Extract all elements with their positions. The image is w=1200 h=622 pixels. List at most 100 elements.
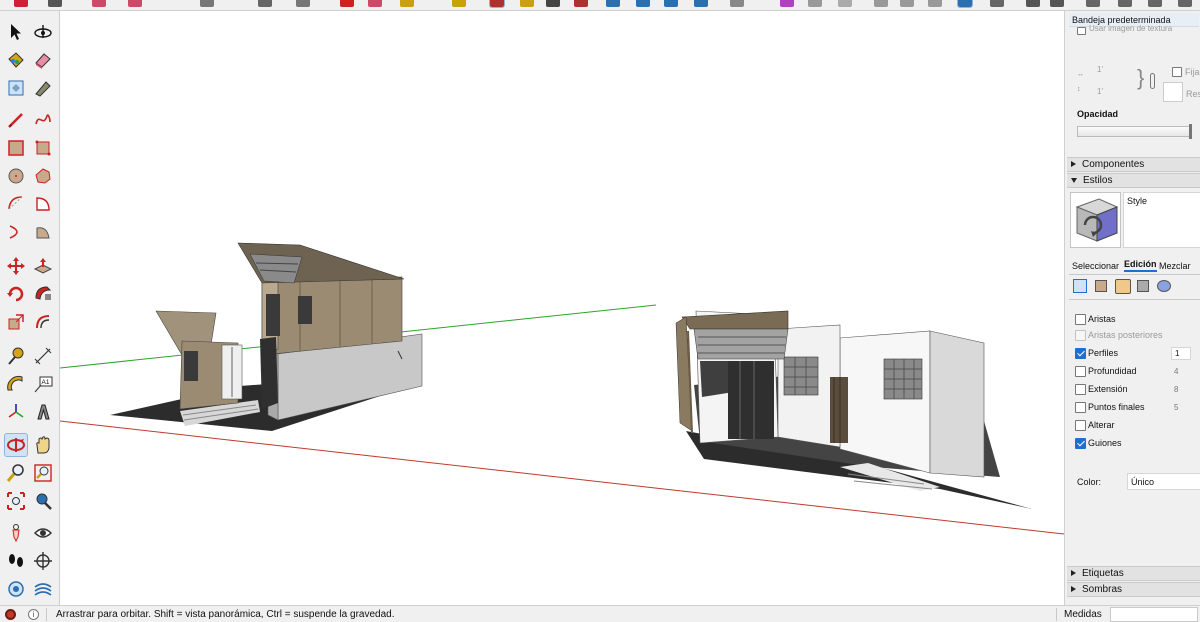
scale-icon[interactable] <box>5 311 27 333</box>
text-icon[interactable]: A1 <box>32 373 54 395</box>
texture-height-value[interactable]: 1' <box>1097 87 1103 96</box>
reset-button[interactable] <box>1163 82 1183 102</box>
follow-me-icon[interactable] <box>32 283 54 305</box>
zoom-icon[interactable] <box>5 462 27 484</box>
toolbar-icon[interactable] <box>258 0 272 7</box>
three-point-arc-icon[interactable] <box>32 221 54 243</box>
rotate-icon[interactable] <box>5 283 27 305</box>
toolbar-icon[interactable] <box>694 0 708 7</box>
toolbar-icon[interactable] <box>340 0 354 7</box>
toolbar-icon[interactable] <box>874 0 888 7</box>
orbit-tool-icon[interactable] <box>4 433 28 457</box>
push-pull-icon[interactable] <box>32 255 54 277</box>
move-icon[interactable] <box>5 255 27 277</box>
fix-checkbox[interactable] <box>1172 67 1182 77</box>
toolbar-icon[interactable] <box>838 0 852 7</box>
opacity-slider-thumb[interactable] <box>1189 124 1192 139</box>
tab-edicion[interactable]: Edición <box>1124 259 1157 272</box>
pan-icon[interactable] <box>32 434 54 456</box>
background-settings-icon[interactable] <box>1115 279 1131 294</box>
toolbar-icon[interactable] <box>92 0 106 7</box>
edge-setting-checkbox[interactable] <box>1075 384 1086 395</box>
toolbar-icon[interactable] <box>730 0 744 7</box>
rotated-rectangle-icon[interactable] <box>32 137 54 159</box>
edge-setting-checkbox[interactable] <box>1075 348 1086 359</box>
rectangle-icon[interactable] <box>5 137 27 159</box>
texture-checkbox[interactable] <box>1077 27 1086 35</box>
toolbar-icon[interactable] <box>990 0 1004 7</box>
geo-location-icon[interactable] <box>5 609 16 620</box>
3d-text-icon[interactable] <box>32 401 54 423</box>
edge-setting-checkbox[interactable] <box>1075 438 1086 449</box>
toolbar-icon[interactable] <box>14 0 28 7</box>
look-around-icon[interactable] <box>32 522 54 544</box>
freehand-icon[interactable] <box>32 109 54 131</box>
estilos-panel-header[interactable]: Estilos <box>1067 173 1200 188</box>
offset-icon[interactable] <box>32 311 54 333</box>
toolbar-icon[interactable] <box>928 0 942 7</box>
protractor-icon[interactable] <box>5 373 27 395</box>
zoom-extents-icon[interactable] <box>5 490 27 512</box>
modeling-settings-icon[interactable] <box>1157 280 1171 292</box>
position-camera-icon[interactable] <box>5 522 27 544</box>
tab-mezclar[interactable]: Mezclar <box>1159 261 1191 271</box>
select-icon[interactable] <box>5 21 27 43</box>
toolbar-icon[interactable] <box>780 0 794 7</box>
tape-measure-icon[interactable] <box>5 345 27 367</box>
orbit-icon[interactable] <box>32 21 54 43</box>
eraser-icon[interactable] <box>32 49 54 71</box>
section-plane-icon[interactable] <box>32 550 54 572</box>
walk-icon[interactable] <box>5 550 27 572</box>
two-point-arc-icon[interactable] <box>5 221 27 243</box>
toolbar-icon[interactable] <box>1118 0 1132 7</box>
toolbar-icon[interactable] <box>574 0 588 7</box>
tab-seleccionar[interactable]: Seleccionar <box>1072 261 1119 271</box>
componentes-panel-header[interactable]: Componentes <box>1067 157 1200 172</box>
face-settings-icon[interactable] <box>1095 280 1107 292</box>
toolbar-icon[interactable] <box>368 0 382 7</box>
advanced-camera-icon[interactable] <box>32 578 54 600</box>
measurements-input[interactable] <box>1110 607 1198 622</box>
sombras-panel-header[interactable]: Sombras <box>1067 582 1200 597</box>
edge-setting-checkbox[interactable] <box>1075 402 1086 413</box>
toolbar-icon[interactable] <box>1026 0 1040 7</box>
circle-icon[interactable] <box>5 165 27 187</box>
toolbar-icon[interactable] <box>200 0 214 7</box>
edge-setting-value[interactable]: 1 <box>1171 347 1191 360</box>
line-icon[interactable] <box>5 109 27 131</box>
toolbar-icon[interactable] <box>1086 0 1100 7</box>
tape-icon[interactable] <box>32 77 54 99</box>
tag-tool-icon[interactable] <box>5 77 27 99</box>
watermark-settings-icon[interactable] <box>1137 280 1149 292</box>
model-viewport[interactable] <box>60 11 1064 605</box>
pie-icon[interactable] <box>32 193 54 215</box>
toolbar-icon[interactable] <box>664 0 678 7</box>
edge-setting-checkbox[interactable] <box>1075 314 1086 325</box>
toolbar-icon[interactable] <box>636 0 650 7</box>
opacity-slider[interactable] <box>1077 126 1191 137</box>
sandbox-icon[interactable] <box>5 578 27 600</box>
info-icon[interactable]: i <box>28 609 39 620</box>
style-thumbnail[interactable] <box>1070 192 1121 248</box>
toolbar-icon[interactable] <box>452 0 466 7</box>
zoom-window-icon[interactable] <box>32 462 54 484</box>
toolbar-icon[interactable] <box>1148 0 1162 7</box>
toolbar-icon[interactable] <box>606 0 620 7</box>
toolbar-icon[interactable] <box>808 0 822 7</box>
toolbar-icon[interactable] <box>900 0 914 7</box>
toolbar-icon[interactable] <box>1178 0 1192 7</box>
edge-setting-checkbox[interactable] <box>1075 366 1086 377</box>
toolbar-icon[interactable] <box>296 0 310 7</box>
color-select[interactable]: Único <box>1127 473 1200 490</box>
edge-setting-checkbox[interactable] <box>1075 420 1086 431</box>
style-name-field[interactable]: Style <box>1123 192 1200 248</box>
etiquetas-panel-header[interactable]: Etiquetas <box>1067 566 1200 581</box>
axes-icon[interactable] <box>5 401 27 423</box>
toolbar-icon[interactable] <box>520 0 534 7</box>
edge-settings-icon[interactable] <box>1073 279 1087 293</box>
toolbar-icon[interactable] <box>400 0 414 7</box>
toolbar-icon[interactable] <box>489 0 505 8</box>
paint-bucket-icon[interactable] <box>5 49 27 71</box>
dimension-icon[interactable] <box>32 345 54 367</box>
texture-width-value[interactable]: 1' <box>1097 65 1103 74</box>
